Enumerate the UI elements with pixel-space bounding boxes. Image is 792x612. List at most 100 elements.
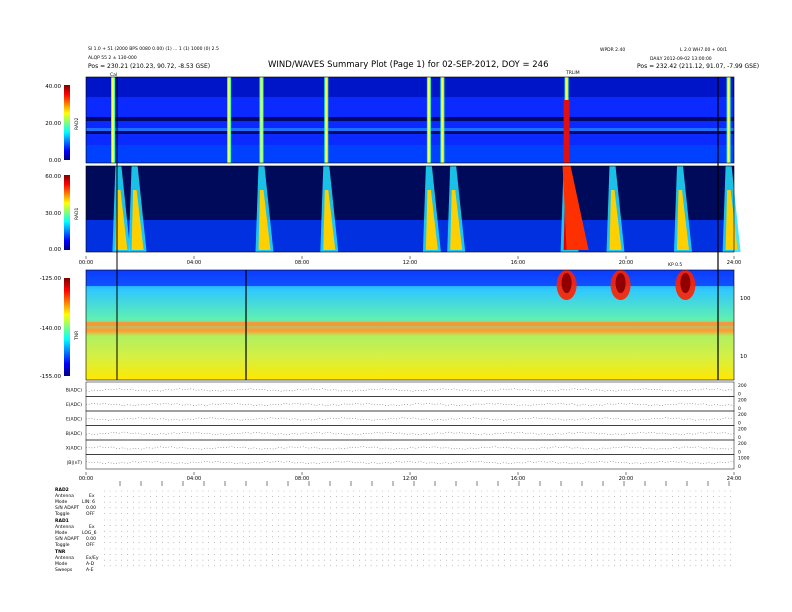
tnr-tick-bottom: -155.00 (40, 374, 62, 380)
line-panel-right-tick: 0 (738, 421, 741, 427)
status-rad1-snr-key: S/N ADAPT (55, 537, 80, 542)
status-dots (104, 481, 734, 567)
line-panel-right-tick: 0 (738, 464, 741, 470)
rad1-label: RAD1 (74, 208, 80, 220)
status-rad2-toggle-key: Toggle (55, 512, 70, 517)
line-panels: B(ADC)2000E(ADC)2000E(ADC)2000B(ADC)2000… (66, 381, 750, 470)
time-tick-label: 12:00 (403, 260, 417, 266)
line-panel-right-tick: 200 (738, 398, 747, 404)
time-tick-label: 20:00 (619, 260, 633, 266)
tnr-right-tick-10: 10 (740, 354, 747, 360)
time-tick-label: 24:00 (727, 260, 741, 266)
status-tnr-sweeps-key: Sweeps (55, 568, 73, 573)
line-panel-frame (85, 396, 735, 412)
time-tick-label: 08:00 (295, 260, 309, 266)
status-tnr-antenna-key: Antenna (55, 556, 74, 561)
line-panel-trace (85, 431, 735, 436)
rad2-label: RAD2 (74, 118, 80, 130)
line-panel-label: B(ADC) (66, 387, 83, 393)
rad2-event-core (260, 77, 263, 163)
line-panel-frame (85, 454, 735, 470)
rad2-tick-top: 40.00 (45, 84, 61, 90)
line-panel-right-tick: 0 (738, 435, 741, 441)
plot-svg: 40.00 20.00 0.00 RAD2 60.00 30.00 0.00 R… (40, 76, 751, 567)
rad2-colorbar (64, 85, 70, 160)
line-panel-label: E(ADC) (66, 416, 82, 422)
rad2-tick-mid: 20.00 (45, 121, 61, 127)
line-panel-right-tick: 0 (738, 450, 741, 456)
tnr-label: TNR (74, 331, 80, 341)
line-panel-right-tick: 0 (738, 406, 741, 412)
line-panel-right-tick: 200 (738, 412, 747, 418)
tnr-right-tick-100: 100 (740, 296, 751, 302)
line-panel-trace (85, 402, 735, 407)
status-rad2-snr-key: S/N ADAPT (55, 506, 80, 511)
rad2-upper-band (86, 77, 734, 97)
rad2-event-strong (563, 100, 570, 163)
time-tick-label: 16:00 (511, 476, 525, 482)
status-rad2-mode-key: Mode (55, 500, 68, 505)
rad2-event-core (325, 77, 328, 163)
status-tnr-sweeps-val: A-E (86, 568, 94, 573)
status-rad1-toggle-val: OFF (86, 543, 95, 548)
line-panel-trace (85, 388, 735, 392)
line-panel-label: X(ADC) (66, 445, 83, 451)
rad2-dark-line-3 (86, 131, 734, 134)
rad2-event-core (427, 77, 430, 163)
line-panel-frame (85, 425, 735, 441)
time-tick-label: 00:00 (79, 476, 93, 482)
time-tick-label: 04:00 (187, 476, 201, 482)
tnr-event-core (615, 273, 626, 293)
tnr-top-band (86, 270, 734, 286)
status-tnr-mode-val: A-D (86, 562, 95, 567)
status-rad1-mode-val: LOG_6 (82, 531, 97, 536)
status-rad1-antenna-val: Ex (89, 525, 95, 530)
tnr-event-core (561, 273, 572, 293)
time-tick-label: 00:00 (79, 260, 93, 266)
line-panel-label: B(ADC) (66, 431, 83, 437)
time-tick-label: 08:00 (295, 476, 309, 482)
status-tnr-antenna-val: Ex/Ey (86, 556, 99, 561)
status-rad1-mode-key: Mode (55, 531, 68, 536)
time-axis-bottom: 00:00 04:00 08:00 12:00 16:00 20:00 24:00 (79, 472, 741, 482)
rad1-tick-top: 60.00 (45, 174, 61, 180)
status-tnr-mode-key: Mode (55, 562, 68, 567)
line-panel-trace (85, 417, 735, 421)
time-axis-middle: 00:00 04:00 08:00 12:00 16:00 20:00 24:00 (79, 256, 741, 266)
rad1-tick-mid: 30.00 (45, 211, 61, 217)
line-panel-frame (85, 439, 735, 455)
rad2-event-core (112, 77, 114, 163)
rad1-colorbar (64, 175, 70, 250)
rad1-tick-bottom: 0.00 (49, 247, 62, 253)
time-tick-label: 12:00 (403, 476, 417, 482)
rad2-event-core (441, 77, 444, 163)
status-rad1-title: RAD1 (55, 519, 69, 524)
line-panel-trace (85, 446, 735, 450)
status-rad1-antenna-key: Antenna (55, 525, 74, 530)
status-rad2-antenna-val: Ex (89, 494, 95, 499)
tnr-tick-mid: -140.00 (40, 326, 62, 332)
rad1-lower-band (86, 220, 734, 252)
status-rad2-title: RAD2 (55, 488, 69, 493)
time-tick-label: 16:00 (511, 260, 525, 266)
rad2-event-core (727, 77, 730, 163)
line-panel-frame (85, 410, 735, 426)
tnr-event-core (680, 273, 691, 293)
status-rad2-snr-val: 0.00 (86, 506, 97, 511)
line-panel-trace (85, 460, 735, 465)
status-rad2-mode-val: LIN: 6 (82, 500, 96, 505)
time-tick-label: 04:00 (187, 260, 201, 266)
line-panel-frame (85, 381, 735, 397)
rad1-panel (85, 165, 741, 253)
rad2-event-core (228, 77, 231, 163)
summary-plot-page: SI 1.0 + 51 (2000 BPS 0080 0.00) (1) ...… (0, 0, 792, 612)
time-tick-label: 20:00 (619, 476, 633, 482)
line-panel-label: |B|(nT) (67, 460, 82, 466)
line-panel-right-tick: 0 (738, 392, 741, 398)
line-panel-right-tick: 1000 (738, 456, 750, 462)
rad2-dark-line-1 (86, 117, 734, 121)
tnr-tick-top: -125.00 (40, 276, 62, 282)
status-rad2-toggle-val: OFF (86, 512, 95, 517)
rad2-line-2 (86, 128, 734, 131)
tnr-colorbar (64, 278, 70, 376)
